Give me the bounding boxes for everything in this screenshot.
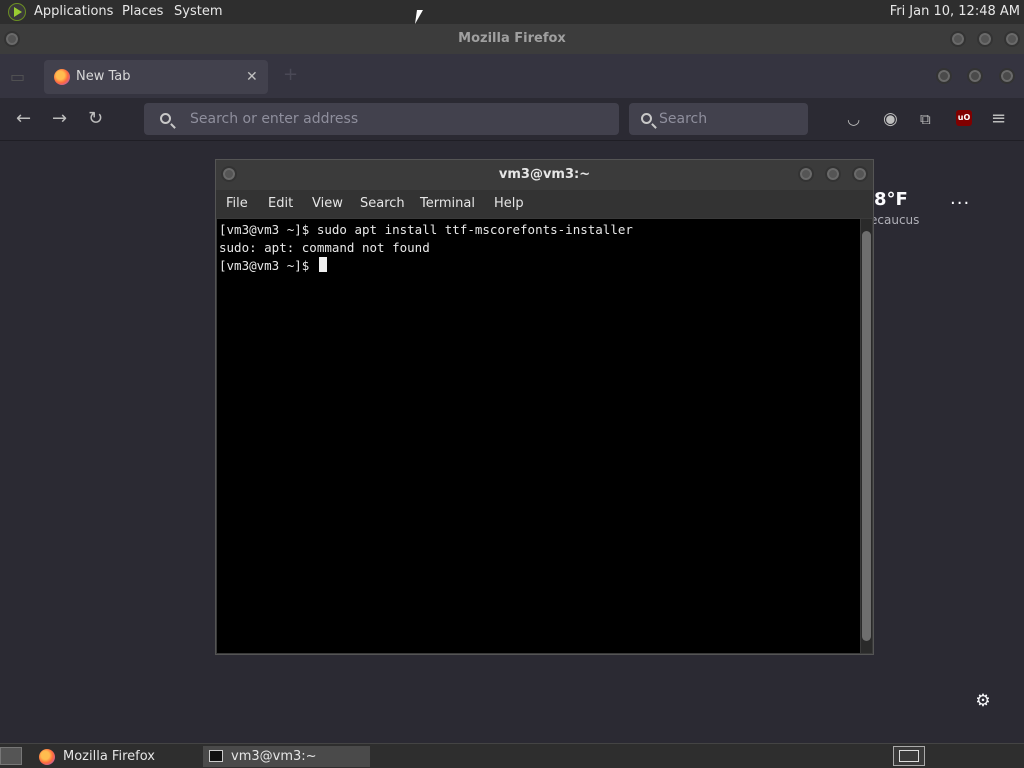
tab-close-window-button[interactable] bbox=[999, 68, 1015, 84]
new-tab-icon[interactable]: + bbox=[283, 64, 298, 85]
tab-minimize-button[interactable] bbox=[936, 68, 952, 84]
terminal-line: [vm3@vm3 ~]$ sudo apt install ttf-mscore… bbox=[219, 222, 633, 237]
tab-strip: ▭ New Tab ✕ + bbox=[0, 54, 1024, 98]
search-bar[interactable]: Search bbox=[629, 103, 808, 135]
mouse-pointer-icon bbox=[415, 10, 429, 24]
extensions-icon[interactable]: ⧉ bbox=[920, 98, 931, 140]
pocket-icon[interactable]: ◡ bbox=[847, 98, 860, 140]
weather-temperature[interactable]: 8°F bbox=[874, 189, 908, 210]
show-desktop-icon[interactable] bbox=[0, 747, 22, 765]
terminal-window[interactable]: vm3@vm3:~ File Edit View Search Terminal… bbox=[215, 159, 874, 655]
reload-icon[interactable]: ↻ bbox=[88, 98, 103, 140]
menu-search[interactable]: Search bbox=[360, 190, 405, 218]
terminal-icon bbox=[209, 750, 223, 762]
close-window-button[interactable] bbox=[1004, 31, 1020, 47]
minimize-button[interactable] bbox=[950, 31, 966, 47]
menu-terminal[interactable]: Terminal bbox=[420, 190, 475, 218]
url-bar[interactable]: Search or enter address bbox=[144, 103, 619, 135]
forward-arrow-icon[interactable]: → bbox=[52, 98, 67, 140]
menu-file[interactable]: File bbox=[226, 190, 248, 218]
scrollbar-thumb[interactable] bbox=[862, 231, 871, 641]
firefox-logo-icon bbox=[54, 69, 70, 85]
terminal-menubar: File Edit View Search Terminal Help bbox=[216, 190, 873, 218]
terminal-prompt: [vm3@vm3 ~]$ bbox=[219, 258, 317, 273]
window-title: Mozilla Firefox bbox=[458, 31, 566, 46]
search-icon bbox=[641, 113, 652, 124]
maximize-button[interactable] bbox=[977, 31, 993, 47]
tab-new-tab[interactable]: New Tab ✕ bbox=[44, 60, 268, 94]
weather-location: ecaucus bbox=[870, 213, 920, 227]
ublock-origin-icon[interactable]: uO bbox=[956, 110, 972, 126]
applications-menu[interactable]: Applications bbox=[34, 0, 113, 24]
url-bar-placeholder: Search or enter address bbox=[190, 111, 359, 127]
clock[interactable]: Fri Jan 10, 12:48 AM bbox=[890, 0, 1020, 24]
search-icon bbox=[160, 113, 171, 124]
firefox-view-icon[interactable]: ▭ bbox=[10, 67, 30, 86]
terminal-titlebar[interactable]: vm3@vm3:~ bbox=[216, 160, 873, 190]
system-menu[interactable]: System bbox=[174, 0, 222, 24]
terminal-title: vm3@vm3:~ bbox=[498, 167, 591, 182]
taskbar-item-label: vm3@vm3:~ bbox=[231, 749, 317, 764]
minimize-button[interactable] bbox=[798, 166, 814, 182]
top-panel: Applications Places System Fri Jan 10, 1… bbox=[0, 0, 1024, 24]
close-tab-icon[interactable]: ✕ bbox=[246, 60, 258, 94]
terminal-prompt-line: [vm3@vm3 ~]$ bbox=[219, 257, 327, 275]
terminal-output[interactable]: [vm3@vm3 ~]$ sudo apt install ttf-mscore… bbox=[217, 219, 860, 653]
taskbar-item-label: Mozilla Firefox bbox=[63, 749, 155, 764]
terminal-scrollbar[interactable] bbox=[861, 219, 872, 653]
menu-help[interactable]: Help bbox=[494, 190, 524, 218]
taskbar-item-terminal[interactable]: vm3@vm3:~ bbox=[203, 746, 370, 767]
hamburger-menu-icon[interactable]: ≡ bbox=[991, 98, 1006, 140]
text-cursor bbox=[318, 257, 327, 272]
maximize-button[interactable] bbox=[825, 166, 841, 182]
taskbar-item-firefox[interactable]: Mozilla Firefox bbox=[34, 746, 194, 767]
terminal-line: sudo: apt: command not found bbox=[219, 240, 430, 255]
account-icon[interactable]: ◉ bbox=[883, 98, 898, 140]
distro-logo-icon[interactable] bbox=[8, 3, 26, 21]
tab-maximize-button[interactable] bbox=[967, 68, 983, 84]
bottom-taskbar: Mozilla Firefox vm3@vm3:~ bbox=[0, 743, 1024, 768]
weather-more-icon[interactable]: ··· bbox=[950, 193, 970, 214]
firefox-logo-icon bbox=[39, 749, 55, 765]
search-bar-placeholder: Search bbox=[659, 111, 708, 127]
navigation-toolbar: ← → ↻ Search or enter address Search ◡ ◉… bbox=[0, 98, 1024, 141]
tab-label: New Tab bbox=[76, 69, 131, 84]
firefox-titlebar[interactable]: Mozilla Firefox bbox=[0, 24, 1024, 54]
places-menu[interactable]: Places bbox=[122, 0, 163, 24]
menu-view[interactable]: View bbox=[312, 190, 343, 218]
close-window-button[interactable] bbox=[852, 166, 868, 182]
workspace-switcher[interactable] bbox=[893, 746, 925, 766]
back-arrow-icon[interactable]: ← bbox=[16, 98, 31, 140]
gear-icon[interactable]: ⚙ bbox=[974, 692, 992, 710]
menu-edit[interactable]: Edit bbox=[268, 190, 293, 218]
